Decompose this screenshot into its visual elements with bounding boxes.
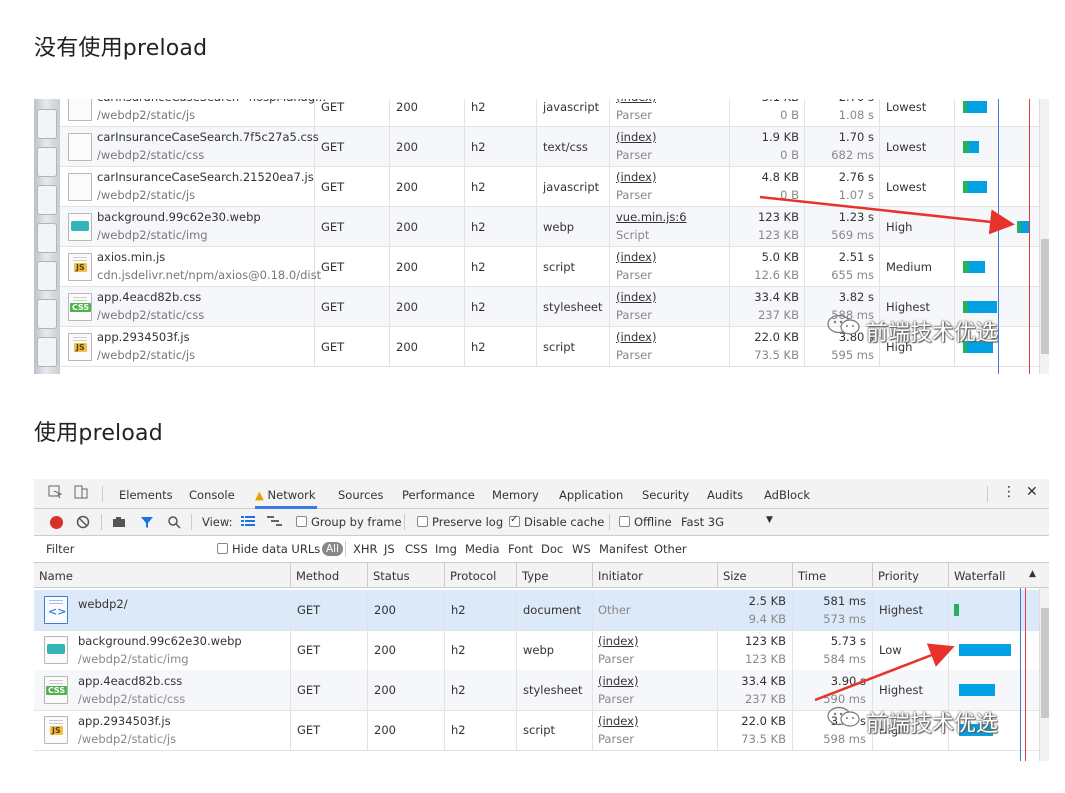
arrow-2 xyxy=(814,643,955,702)
annotation-arrows xyxy=(759,195,1015,702)
watermark-logo-icon-1 xyxy=(826,314,862,336)
watermark-text-1: 前端技术优选 xyxy=(866,321,999,346)
arrow-1 xyxy=(759,195,1015,235)
watermark-logo-icon-2 xyxy=(826,706,862,728)
watermark-text-2: 前端技术优选 xyxy=(866,712,999,737)
